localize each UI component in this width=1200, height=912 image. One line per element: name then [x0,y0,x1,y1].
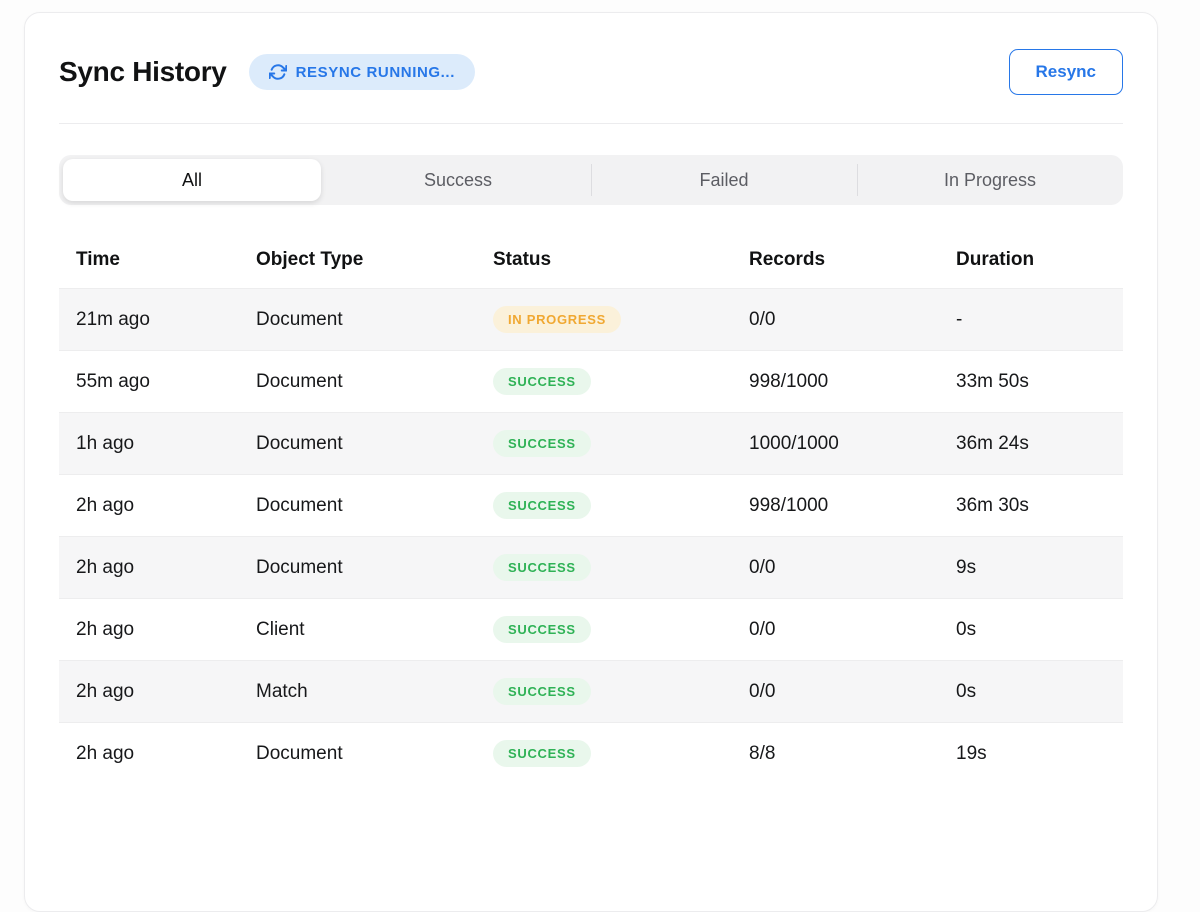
tab-all[interactable]: All [63,159,321,201]
cell-time: 2h ago [76,495,256,517]
table-row[interactable]: 2h ago Document SUCCESS 0/0 9s [59,536,1123,598]
cell-status: SUCCESS [493,616,749,643]
cell-object-type: Client [256,619,493,641]
cell-records: 8/8 [749,743,956,765]
cell-records: 998/1000 [749,371,956,393]
table-row[interactable]: 2h ago Match SUCCESS 0/0 0s [59,660,1123,722]
table-row[interactable]: 55m ago Document SUCCESS 998/1000 33m 50… [59,350,1123,412]
table-body: 21m ago Document IN PROGRESS 0/0 - 55m a… [59,288,1123,784]
cell-records: 0/0 [749,557,956,579]
cell-time: 2h ago [76,619,256,641]
table-row[interactable]: 21m ago Document IN PROGRESS 0/0 - [59,288,1123,350]
cell-duration: 19s [956,743,1123,765]
column-header-time: Time [76,249,256,271]
cell-duration: 9s [956,557,1123,579]
status-badge: SUCCESS [493,554,591,581]
resync-button[interactable]: Resync [1009,49,1123,95]
cell-duration: 36m 30s [956,495,1123,517]
table-header-row: Time Object Type Status Records Duration [59,232,1123,288]
cell-time: 55m ago [76,371,256,393]
cell-records: 0/0 [749,681,956,703]
cell-records: 998/1000 [749,495,956,517]
table-row[interactable]: 2h ago Client SUCCESS 0/0 0s [59,598,1123,660]
cell-object-type: Document [256,557,493,579]
cell-object-type: Document [256,309,493,331]
cell-duration: - [956,309,1123,331]
cell-time: 2h ago [76,557,256,579]
sync-history-table: Time Object Type Status Records Duration… [59,232,1123,784]
column-header-status: Status [493,249,749,271]
sync-icon [269,63,287,81]
cell-duration: 33m 50s [956,371,1123,393]
resync-running-label: RESYNC RUNNING... [296,64,455,81]
cell-time: 2h ago [76,743,256,765]
status-badge: SUCCESS [493,740,591,767]
resync-running-badge: RESYNC RUNNING... [249,54,475,90]
cell-time: 1h ago [76,433,256,455]
column-header-duration: Duration [956,249,1123,271]
column-header-object-type: Object Type [256,249,493,271]
status-badge: SUCCESS [493,492,591,519]
status-badge: IN PROGRESS [493,306,621,333]
column-header-records: Records [749,249,956,271]
status-badge: SUCCESS [493,678,591,705]
cell-time: 2h ago [76,681,256,703]
cell-status: IN PROGRESS [493,306,749,333]
cell-status: SUCCESS [493,492,749,519]
cell-object-type: Document [256,743,493,765]
cell-status: SUCCESS [493,368,749,395]
cell-records: 0/0 [749,619,956,641]
status-badge: SUCCESS [493,616,591,643]
cell-time: 21m ago [76,309,256,331]
table-row[interactable]: 1h ago Document SUCCESS 1000/1000 36m 24… [59,412,1123,474]
page-header: Sync History RESYNC RUNNING... Resync [59,48,1123,96]
header-divider [59,123,1123,124]
cell-object-type: Match [256,681,493,703]
status-badge: SUCCESS [493,430,591,457]
table-row[interactable]: 2h ago Document SUCCESS 998/1000 36m 30s [59,474,1123,536]
cell-records: 0/0 [749,309,956,331]
page-title: Sync History [59,56,227,88]
tab-success[interactable]: Success [325,155,591,205]
table-row[interactable]: 2h ago Document SUCCESS 8/8 19s [59,722,1123,784]
status-badge: SUCCESS [493,368,591,395]
cell-object-type: Document [256,371,493,393]
tab-in-progress[interactable]: In Progress [857,155,1123,205]
cell-records: 1000/1000 [749,433,956,455]
cell-status: SUCCESS [493,554,749,581]
cell-duration: 0s [956,619,1123,641]
cell-duration: 36m 24s [956,433,1123,455]
filter-tabbar: All Success Failed In Progress [59,155,1123,205]
cell-duration: 0s [956,681,1123,703]
cell-status: SUCCESS [493,740,749,767]
cell-object-type: Document [256,495,493,517]
tab-failed[interactable]: Failed [591,155,857,205]
cell-status: SUCCESS [493,678,749,705]
cell-status: SUCCESS [493,430,749,457]
sync-history-card: Sync History RESYNC RUNNING... Resync Al… [24,12,1158,912]
cell-object-type: Document [256,433,493,455]
